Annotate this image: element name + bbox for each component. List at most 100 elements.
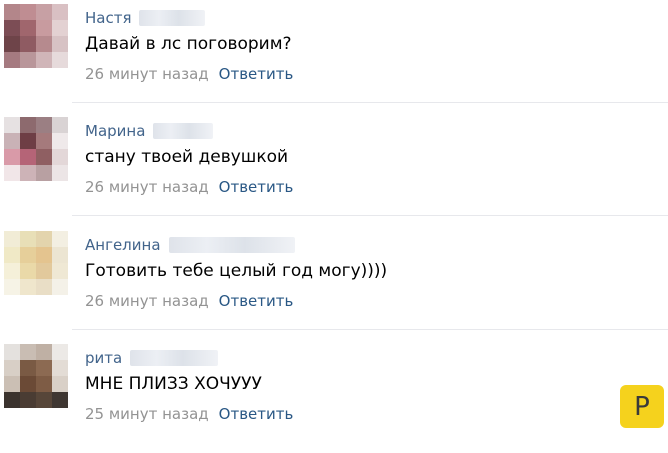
avatar[interactable] [4, 344, 68, 408]
comment-time[interactable]: 26 минут назад [85, 178, 209, 196]
avatar-pixel [52, 279, 68, 295]
avatar-pixel [20, 4, 36, 20]
avatar-pixel [52, 231, 68, 247]
comment-meta: 26 минут назад Ответить [85, 178, 293, 196]
avatar-pixel [52, 36, 68, 52]
avatar[interactable] [4, 117, 68, 181]
avatar-pixel [36, 247, 52, 263]
blurred-surname [130, 350, 219, 366]
avatar-pixel [4, 279, 20, 295]
avatar-pixel [36, 117, 52, 133]
avatar-pixel [4, 263, 20, 279]
avatar-pixel [52, 52, 68, 68]
avatar-pixel [36, 263, 52, 279]
avatar-pixel [52, 20, 68, 36]
comment-time[interactable]: 26 минут назад [85, 292, 209, 310]
avatar-pixel [36, 165, 52, 181]
avatar-pixel [52, 117, 68, 133]
avatar-pixel [4, 36, 20, 52]
avatar-pixel [4, 360, 20, 376]
avatar-pixel [20, 263, 36, 279]
comment-meta: 26 минут назад Ответить [85, 65, 293, 83]
avatar-pixel [4, 247, 20, 263]
avatar-pixel [52, 133, 68, 149]
avatar-pixel [20, 392, 36, 408]
comment-item: рита МНЕ ПЛИЗЗ ХОЧУУУ 25 минут назад Отве… [0, 340, 668, 453]
avatar-pixel [4, 4, 20, 20]
avatar-pixel [36, 52, 52, 68]
reply-link[interactable]: Ответить [219, 65, 294, 83]
blurred-surname [139, 10, 206, 26]
avatar-pixel [4, 344, 20, 360]
comment-item: Ангелина Готовить тебе целый год могу)))… [0, 227, 668, 340]
blurred-surname [153, 123, 214, 139]
divider [72, 329, 668, 330]
avatar-pixel [36, 231, 52, 247]
comment-time[interactable]: 26 минут назад [85, 65, 209, 83]
avatar-pixel [20, 117, 36, 133]
author-row: Настя [85, 8, 206, 28]
avatar-pixel [36, 344, 52, 360]
comment-item: Марина стану твоей девушкой 26 минут наз… [0, 113, 668, 226]
comment-item: Настя Давай в лс поговорим? 26 минут наз… [0, 0, 668, 113]
reply-link[interactable]: Ответить [219, 178, 294, 196]
avatar-pixel [20, 20, 36, 36]
avatar-pixel [36, 20, 52, 36]
avatar-pixel [52, 376, 68, 392]
avatar-pixel [20, 133, 36, 149]
author-name[interactable]: рита [85, 349, 122, 367]
avatar-pixel [4, 133, 20, 149]
avatar[interactable] [4, 4, 68, 68]
avatar-pixel [36, 36, 52, 52]
avatar-pixel [4, 52, 20, 68]
comment-meta: 25 минут назад Ответить [85, 405, 293, 423]
avatar-pixel [20, 279, 36, 295]
comment-text: стану твоей девушкой [85, 147, 289, 167]
author-name[interactable]: Марина [85, 122, 145, 140]
author-row: рита [85, 348, 219, 368]
avatar-pixel [36, 360, 52, 376]
avatar-pixel [52, 165, 68, 181]
avatar-pixel [4, 149, 20, 165]
comment-text: МНЕ ПЛИЗЗ ХОЧУУУ [85, 374, 262, 394]
avatar-pixel [52, 263, 68, 279]
avatar-pixel [52, 344, 68, 360]
avatar[interactable] [4, 231, 68, 295]
avatar-pixel [4, 392, 20, 408]
avatar-pixel [20, 36, 36, 52]
comment-meta: 26 минут назад Ответить [85, 292, 293, 310]
author-row: Марина [85, 121, 214, 141]
avatar-pixel [52, 149, 68, 165]
avatar-pixel [36, 279, 52, 295]
avatar-pixel [52, 247, 68, 263]
avatar-pixel [52, 392, 68, 408]
avatar-pixel [20, 344, 36, 360]
comment-time[interactable]: 25 минут назад [85, 405, 209, 423]
avatar-pixel [52, 360, 68, 376]
avatar-pixel [4, 20, 20, 36]
avatar-pixel [20, 165, 36, 181]
comment-text: Давай в лс поговорим? [85, 34, 292, 54]
reply-link[interactable]: Ответить [219, 405, 294, 423]
avatar-pixel [20, 247, 36, 263]
avatar-pixel [36, 4, 52, 20]
avatar-pixel [20, 52, 36, 68]
avatar-pixel [52, 4, 68, 20]
avatar-pixel [36, 133, 52, 149]
avatar-pixel [36, 376, 52, 392]
author-row: Ангелина [85, 235, 295, 255]
avatar-pixel [36, 149, 52, 165]
divider [72, 215, 668, 216]
author-name[interactable]: Настя [85, 9, 131, 27]
avatar-pixel [4, 376, 20, 392]
reply-link[interactable]: Ответить [219, 292, 294, 310]
avatar-pixel [20, 231, 36, 247]
avatar-pixel [36, 392, 52, 408]
comment-text: Готовить тебе целый год могу)))) [85, 261, 388, 281]
avatar-pixel [4, 117, 20, 133]
avatar-pixel [20, 376, 36, 392]
author-name[interactable]: Ангелина [85, 236, 161, 254]
watermark-badge: P [620, 385, 664, 428]
avatar-pixel [4, 165, 20, 181]
divider [72, 102, 668, 103]
